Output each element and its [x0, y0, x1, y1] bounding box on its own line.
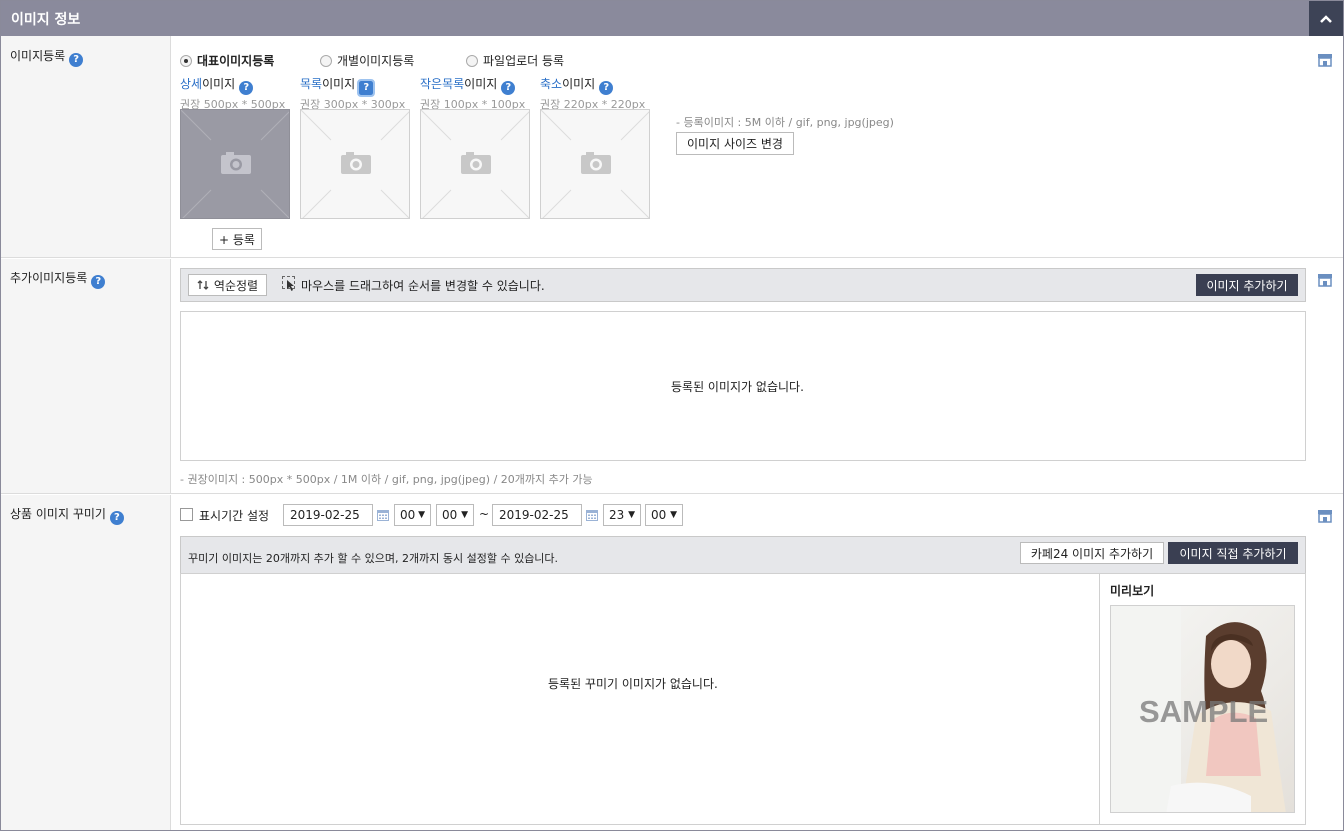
calendar-icon[interactable] [586, 509, 598, 521]
camera-icon [221, 152, 251, 174]
image-dropzone-detail[interactable] [180, 109, 290, 219]
additional-images-label-cell: 추가이미지등록? [1, 259, 171, 493]
help-icon[interactable]: ? [357, 79, 376, 97]
add-image-button[interactable]: 이미지 추가하기 [1196, 274, 1298, 296]
image-dropzone-small-list[interactable] [420, 109, 530, 219]
radio-file-uploader[interactable]: 파일업로더 등록 [466, 52, 564, 69]
preview-label: 미리보기 [1110, 584, 1155, 598]
start-hour-select[interactable]: 00 ▼ [394, 504, 431, 526]
camera-icon [581, 152, 611, 174]
image-slot-detail: 상세이미지? 권장 500px * 500px [180, 75, 290, 219]
radio-main-image[interactable]: 대표이미지등록 [180, 52, 274, 69]
chevron-down-icon: ▼ [461, 510, 468, 520]
image-dropzone-list[interactable] [300, 109, 410, 219]
image-slot-small-list: 작은목록이미지? 권장 100px * 100px [420, 75, 530, 219]
radio-dot [180, 54, 192, 67]
size-note: - 등록이미지 : 5M 이하 / gif, png, jpg(jpeg) [676, 116, 894, 129]
additional-images-label: 추가이미지등록 [10, 271, 88, 285]
radio-individual-image[interactable]: 개별이미지등록 [320, 52, 414, 69]
drag-hint-icon [282, 276, 295, 291]
help-icon[interactable]: ? [599, 81, 614, 95]
display-period-checkbox[interactable] [180, 508, 193, 521]
chevron-down-icon: ▼ [418, 510, 425, 520]
end-hour-select[interactable]: 23 ▼ [603, 504, 641, 526]
chevron-up-icon [1320, 14, 1332, 23]
decoration-info-text: 꾸미기 이미지는 20개까지 추가 할 수 있으며, 2개까지 동시 설정할 수… [188, 552, 559, 565]
end-minute-select[interactable]: 00 ▼ [645, 504, 683, 526]
image-size-change-button[interactable]: 이미지 사이즈 변경 [676, 132, 794, 155]
camera-icon [461, 152, 491, 174]
radio-dot [466, 54, 478, 67]
register-image-button[interactable]: + 등록 [212, 228, 262, 250]
direct-image-add-button[interactable]: 이미지 직접 추가하기 [1168, 542, 1298, 564]
display-period-label: 표시기간 설정 [199, 509, 270, 523]
additional-images-note: - 권장이미지 : 500px * 500px / 1M 이하 / gif, p… [180, 473, 593, 486]
decoration-label-cell: 상품 이미지 꾸미기? [1, 495, 171, 830]
image-register-label: 이미지등록 [10, 49, 66, 63]
camera-icon [341, 152, 371, 174]
image-dropzone-thumbnail[interactable] [540, 109, 650, 219]
help-icon[interactable]: ? [109, 511, 124, 525]
reverse-sort-button[interactable]: 역순정렬 [188, 274, 267, 296]
sample-watermark: SAMPLE [1139, 694, 1269, 729]
additional-images-empty-text: 등록된 이미지가 없습니다. [671, 380, 804, 394]
swap-icon [197, 280, 209, 290]
image-slot-list: 목록이미지? 권장 300px * 300px [300, 75, 410, 219]
cafe24-image-add-button[interactable]: 카페24 이미지 추가하기 [1020, 542, 1164, 564]
store-icon[interactable] [1317, 53, 1333, 67]
help-icon[interactable]: ? [239, 81, 254, 95]
panel-header: 이미지 정보 [1, 1, 1343, 36]
help-icon[interactable]: ? [501, 81, 516, 95]
image-register-label-cell: 이미지등록? [1, 36, 171, 257]
decoration-label: 상품 이미지 꾸미기 [10, 507, 106, 521]
help-icon[interactable]: ? [69, 53, 84, 67]
preview-image: SAMPLE [1110, 605, 1295, 813]
calendar-icon[interactable] [377, 509, 389, 521]
end-date-input[interactable]: 2019-02-25 [492, 504, 582, 526]
collapse-button[interactable] [1309, 1, 1343, 36]
image-info-panel: 이미지 정보 이미지등록? 대표이미지등록 개별이미지등록 파일업로더 등록 상… [0, 0, 1344, 831]
chevron-down-icon: ▼ [628, 510, 635, 520]
radio-dot [320, 54, 332, 67]
decoration-empty-text: 등록된 꾸미기 이미지가 없습니다. [548, 677, 718, 691]
drag-hint-text: 마우스를 드래그하여 순서를 변경할 수 있습니다. [301, 279, 545, 293]
start-date-input[interactable]: 2019-02-25 [283, 504, 373, 526]
store-icon[interactable] [1317, 273, 1333, 287]
chevron-down-icon: ▼ [670, 510, 677, 520]
start-minute-select[interactable]: 00 ▼ [436, 504, 474, 526]
store-icon[interactable] [1317, 509, 1333, 523]
help-icon[interactable]: ? [91, 275, 106, 289]
date-range-tilde: ~ [479, 507, 490, 521]
preview-divider [1099, 574, 1100, 824]
panel-title: 이미지 정보 [11, 12, 81, 28]
image-slot-thumbnail: 축소이미지? 권장 220px * 220px [540, 75, 650, 219]
